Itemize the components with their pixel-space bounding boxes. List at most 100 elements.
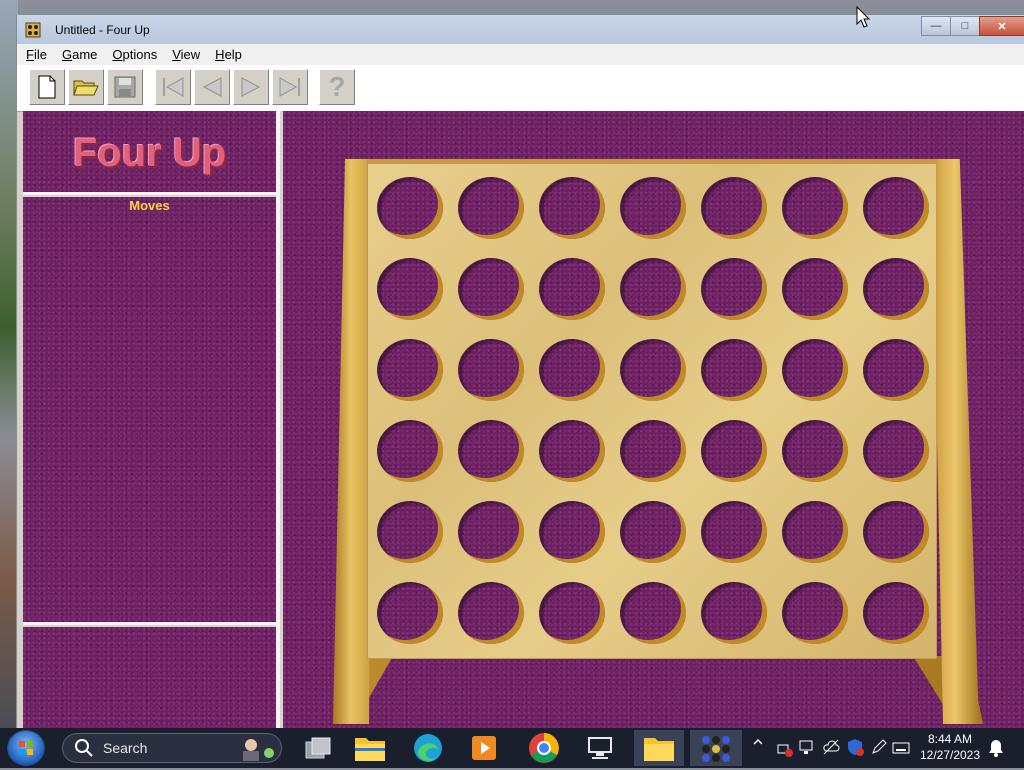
panel-divider [23, 192, 276, 195]
menu-options[interactable]: Options [106, 47, 163, 62]
board-hole[interactable] [701, 258, 767, 320]
board-hole[interactable] [863, 339, 929, 401]
folder-icon [644, 738, 674, 761]
title-bar[interactable]: Untitled - Four Up — □ ✕ [17, 15, 1024, 44]
menu-help[interactable]: Help [209, 47, 248, 62]
chrome-icon [529, 733, 559, 763]
windows-logo-icon [19, 741, 33, 755]
security-shield-icon[interactable] [846, 738, 864, 756]
board-hole[interactable] [458, 177, 524, 239]
board-hole[interactable] [539, 582, 605, 644]
network-error-icon[interactable] [776, 740, 794, 758]
board-hole[interactable] [863, 258, 929, 320]
board-hole[interactable] [458, 582, 524, 644]
board-hole[interactable] [539, 420, 605, 482]
board-stand-right [931, 159, 979, 724]
menu-view[interactable]: View [166, 47, 206, 62]
cloud-off-icon[interactable] [822, 738, 840, 756]
notification-bell-icon[interactable] [988, 739, 1004, 757]
board-hole[interactable] [458, 501, 524, 563]
board-hole[interactable] [539, 258, 605, 320]
board-hole[interactable] [539, 501, 605, 563]
minimize-button[interactable]: — [921, 16, 951, 36]
board-hole[interactable] [701, 501, 767, 563]
board-hole[interactable] [620, 582, 686, 644]
close-button[interactable]: ✕ [979, 16, 1024, 36]
first-move-button[interactable] [155, 69, 191, 105]
board-hole[interactable] [782, 420, 848, 482]
network-icon[interactable] [798, 738, 816, 756]
board-hole[interactable] [782, 258, 848, 320]
board-hole[interactable] [863, 177, 929, 239]
remote-desktop-icon [588, 737, 612, 759]
board-hole[interactable] [620, 258, 686, 320]
window-title: Untitled - Four Up [55, 22, 150, 37]
remote-desktop-button[interactable] [580, 730, 620, 766]
file-explorer-button[interactable] [350, 730, 390, 766]
clock-time: 8:44 AM [927, 732, 973, 746]
last-move-icon [279, 77, 300, 97]
save-button[interactable] [107, 69, 143, 105]
task-view-button[interactable] [298, 730, 338, 766]
board-hole[interactable] [701, 420, 767, 482]
board-hole[interactable] [539, 177, 605, 239]
previous-move-icon [202, 77, 222, 97]
folder-taskbar-button[interactable] [634, 730, 684, 766]
board-hole[interactable] [377, 582, 443, 644]
moves-list[interactable]: Moves [23, 197, 276, 623]
board-hole[interactable] [620, 420, 686, 482]
board-hole[interactable] [782, 582, 848, 644]
last-move-button[interactable] [272, 69, 308, 105]
help-button[interactable]: ? [319, 69, 355, 105]
open-button[interactable] [68, 69, 104, 105]
board-hole[interactable] [539, 339, 605, 401]
board-hole[interactable] [620, 177, 686, 239]
taskbar-search[interactable]: Search [62, 733, 282, 763]
start-button[interactable] [8, 731, 44, 765]
board-hole[interactable] [701, 339, 767, 401]
chevron-up-icon[interactable] [752, 736, 764, 748]
clock-date: 12/27/2023 [919, 748, 981, 762]
board-hole[interactable] [620, 339, 686, 401]
board-hole[interactable] [863, 501, 929, 563]
maximize-button[interactable]: □ [950, 16, 980, 36]
board-hole[interactable] [377, 177, 443, 239]
media-player-icon [472, 736, 496, 760]
toolbar: ? [17, 65, 1024, 112]
board-hole[interactable] [863, 420, 929, 482]
board-hole[interactable] [458, 258, 524, 320]
board-hole[interactable] [863, 582, 929, 644]
game-board[interactable] [367, 159, 937, 659]
board-hole[interactable] [620, 501, 686, 563]
edge-button[interactable] [408, 730, 448, 766]
board-hole[interactable] [377, 420, 443, 482]
pen-icon[interactable] [870, 738, 888, 756]
file-explorer-icon [355, 738, 385, 761]
menu-game[interactable]: Game [56, 47, 103, 62]
board-hole[interactable] [701, 582, 767, 644]
board-hole[interactable] [377, 258, 443, 320]
board-hole[interactable] [458, 420, 524, 482]
mouse-cursor-icon [856, 6, 870, 28]
board-hole[interactable] [377, 339, 443, 401]
four-up-taskbar-button[interactable] [690, 730, 742, 766]
board-hole[interactable] [782, 501, 848, 563]
media-player-button[interactable] [464, 730, 504, 766]
keyboard-icon[interactable] [892, 741, 910, 755]
board-hole[interactable] [701, 177, 767, 239]
previous-move-button[interactable] [194, 69, 230, 105]
chrome-button[interactable] [524, 730, 564, 766]
board-hole[interactable] [782, 177, 848, 239]
board-hole[interactable] [377, 501, 443, 563]
next-move-button[interactable] [233, 69, 269, 105]
help-icon: ? [328, 71, 346, 102]
four-up-app-icon [25, 22, 41, 38]
taskbar-clock[interactable]: 8:44 AM 12/27/2023 [910, 731, 990, 763]
board-hole[interactable] [458, 339, 524, 401]
new-game-button[interactable] [29, 69, 65, 105]
board-hole[interactable] [782, 339, 848, 401]
status-panel [23, 627, 276, 728]
menu-file[interactable]: File [20, 47, 53, 62]
next-move-icon [241, 77, 261, 97]
save-icon [114, 76, 136, 98]
